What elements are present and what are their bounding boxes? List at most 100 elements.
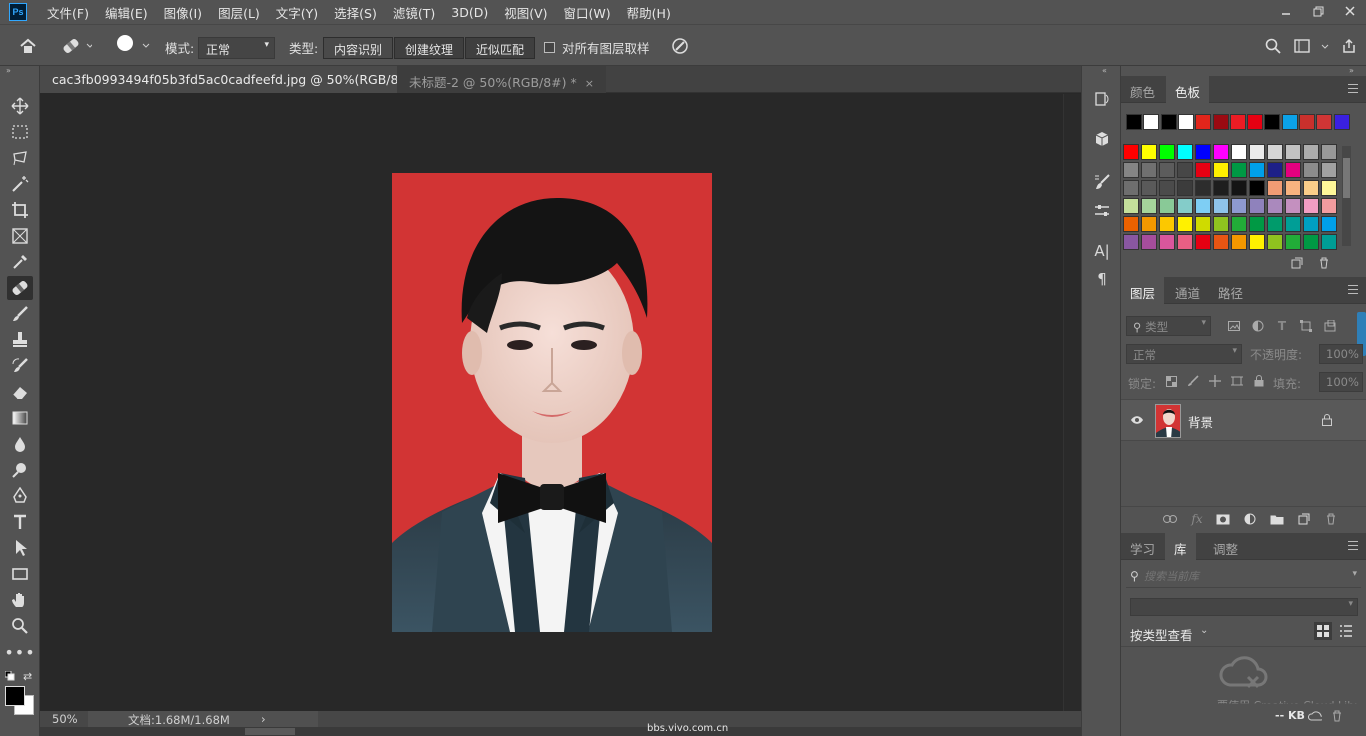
close-icon[interactable]	[1334, 0, 1366, 22]
color-swatch[interactable]	[1141, 162, 1157, 178]
color-swatch[interactable]	[1177, 234, 1193, 250]
type-proximity-match-button[interactable]: 近似匹配	[465, 37, 536, 59]
color-swatch[interactable]	[1141, 216, 1157, 232]
eyedropper-tool-icon[interactable]	[7, 250, 33, 274]
collapse-arrows-icon[interactable]: »	[1349, 66, 1354, 75]
move-tool-icon[interactable]	[7, 94, 33, 118]
recent-swatch[interactable]	[1316, 114, 1333, 130]
menu-type[interactable]: 文字(Y)	[268, 3, 326, 22]
color-swatch[interactable]	[1249, 234, 1265, 250]
3d-panel-icon[interactable]	[1090, 126, 1114, 152]
type-create-texture-button[interactable]: 创建纹理	[394, 37, 465, 59]
default-colors-icon[interactable]	[4, 670, 15, 681]
filter-pixel-icon[interactable]	[1225, 316, 1243, 336]
color-swatch[interactable]	[1213, 216, 1229, 232]
color-swatch[interactable]	[1177, 162, 1193, 178]
color-swatch[interactable]	[1249, 144, 1265, 160]
lock-all-icon[interactable]	[1251, 372, 1267, 390]
zoom-level[interactable]: 50%	[52, 712, 78, 726]
menu-edit[interactable]: 编辑(E)	[97, 3, 156, 22]
color-swatch[interactable]	[1321, 180, 1337, 196]
menu-3d[interactable]: 3D(D)	[443, 5, 496, 20]
scroll-thumb[interactable]	[245, 728, 295, 735]
lock-image-icon[interactable]	[1185, 372, 1201, 390]
collapse-arrows-icon[interactable]: «	[1102, 66, 1107, 75]
color-swatch[interactable]	[1213, 198, 1229, 214]
color-swatch[interactable]	[1267, 180, 1283, 196]
menu-layer[interactable]: 图层(L)	[210, 3, 268, 22]
color-swatch[interactable]	[1321, 216, 1337, 232]
color-swatch[interactable]	[1195, 144, 1211, 160]
more-tools-icon[interactable]: •••	[4, 640, 34, 664]
share-icon[interactable]	[1338, 35, 1360, 57]
recent-swatch[interactable]	[1247, 114, 1264, 130]
blend-mode-select[interactable]: 正常 ▾	[1126, 344, 1242, 364]
color-swatch[interactable]	[1123, 162, 1139, 178]
lock-transparent-icon[interactable]	[1163, 372, 1179, 390]
color-swatch[interactable]	[1231, 162, 1247, 178]
menu-file[interactable]: 文件(F)	[39, 3, 97, 22]
sample-all-layers-checkbox[interactable]	[544, 42, 555, 53]
character-panel-icon[interactable]: A|	[1090, 238, 1114, 264]
recent-swatch[interactable]	[1264, 114, 1281, 130]
color-swatch[interactable]	[1249, 216, 1265, 232]
clone-stamp-tool-icon[interactable]	[7, 328, 33, 352]
opacity-input[interactable]: 100%	[1319, 344, 1363, 364]
color-swatch[interactable]	[1177, 198, 1193, 214]
color-swatch[interactable]	[1321, 234, 1337, 250]
blur-tool-icon[interactable]	[7, 432, 33, 456]
tab-paths[interactable]: 路径	[1209, 277, 1252, 304]
color-swatch[interactable]	[1303, 198, 1319, 214]
brush-settings-icon[interactable]	[1090, 169, 1114, 195]
color-swatch[interactable]	[1249, 162, 1265, 178]
recent-swatch[interactable]	[1212, 114, 1229, 130]
library-search-input[interactable]	[1144, 567, 1334, 585]
restore-icon[interactable]	[1302, 0, 1334, 22]
chevron-down-icon[interactable]: ⌄	[1200, 625, 1208, 636]
layer-name[interactable]: 背景	[1188, 412, 1213, 431]
trash-icon[interactable]	[1328, 708, 1346, 724]
color-swatch[interactable]	[1267, 234, 1283, 250]
color-swatch[interactable]	[1321, 144, 1337, 160]
recent-swatch[interactable]	[1195, 114, 1212, 130]
color-swatch[interactable]	[1285, 162, 1301, 178]
group-folder-icon[interactable]	[1268, 511, 1286, 527]
color-swatch[interactable]	[1123, 180, 1139, 196]
path-selection-tool-icon[interactable]	[7, 536, 33, 560]
recent-swatch[interactable]	[1126, 114, 1142, 130]
lock-position-icon[interactable]	[1207, 372, 1223, 390]
tab-color[interactable]: 颜色	[1121, 76, 1164, 103]
dodge-tool-icon[interactable]	[7, 458, 33, 482]
adjustments-sliders-icon[interactable]	[1090, 198, 1114, 224]
color-swatch[interactable]	[1123, 144, 1139, 160]
recent-swatch[interactable]	[1143, 114, 1160, 130]
recent-swatch[interactable]	[1160, 114, 1177, 130]
minimize-icon[interactable]	[1270, 0, 1302, 22]
color-swatch[interactable]	[1123, 216, 1139, 232]
layer-filter-select[interactable]: ⚲ 类型 ▾	[1126, 316, 1211, 336]
new-layer-icon[interactable]	[1295, 511, 1313, 527]
eye-icon[interactable]	[1129, 412, 1145, 428]
color-swatch[interactable]	[1159, 144, 1175, 160]
trash-icon[interactable]	[1316, 256, 1332, 270]
panel-menu-icon[interactable]	[1348, 84, 1358, 93]
color-swatch[interactable]	[1159, 162, 1175, 178]
color-swatch[interactable]	[1195, 234, 1211, 250]
color-swatch[interactable]	[1123, 234, 1139, 250]
horizontal-scrollbar[interactable]	[40, 727, 1081, 736]
color-swatch[interactable]	[1213, 180, 1229, 196]
menu-window[interactable]: 窗口(W)	[556, 3, 619, 22]
color-swatch[interactable]	[1195, 180, 1211, 196]
rectangle-tool-icon[interactable]	[7, 562, 33, 586]
color-swatch[interactable]	[1141, 198, 1157, 214]
brush-size-picker[interactable]	[112, 33, 152, 63]
swatches-scrollbar[interactable]	[1342, 146, 1351, 246]
tab-learn[interactable]: 学习	[1121, 533, 1164, 560]
portrait-photo[interactable]	[392, 173, 712, 632]
color-swatch[interactable]	[1177, 216, 1193, 232]
tab-libraries[interactable]: 库	[1165, 533, 1196, 560]
layer-row[interactable]: 背景	[1121, 399, 1366, 441]
crop-tool-icon[interactable]	[7, 198, 33, 222]
color-swatch[interactable]	[1267, 216, 1283, 232]
color-swatch[interactable]	[1141, 144, 1157, 160]
